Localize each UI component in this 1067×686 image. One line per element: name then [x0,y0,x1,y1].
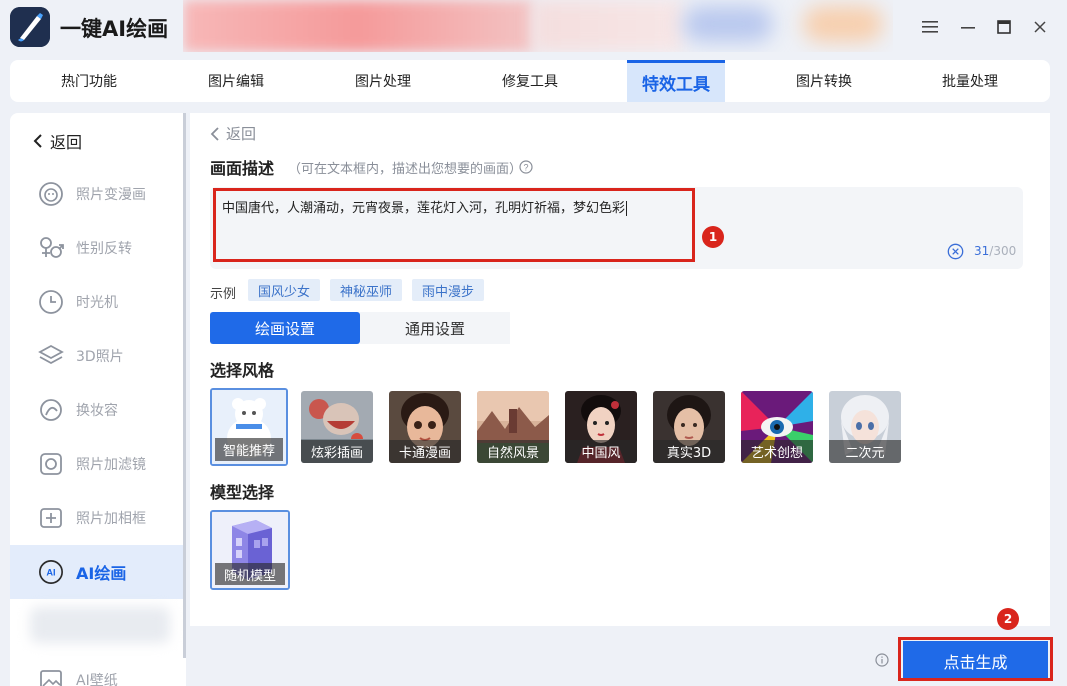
style-label: 中国风 [565,440,637,463]
svg-text:AI: AI [46,568,55,578]
style-section-title: 选择风格 [210,361,275,380]
cartoon-face-icon [38,181,64,207]
tab-batch-process[interactable]: 批量处理 [921,60,1019,102]
example-chip[interactable]: 神秘巫师 [330,279,403,301]
style-card-art-creative[interactable]: 艺术创想 [741,391,813,463]
title-bar: 一键AI绘画 [0,0,1067,56]
sidebar-item-label: 照片加相框 [76,511,146,527]
sidebar-item-3d-photo[interactable]: 3D照片 [10,329,186,383]
example-chip[interactable]: 雨中漫步 [412,279,485,301]
filter-icon [38,451,64,477]
minimize-icon[interactable] [957,16,979,38]
settings-tabs: 绘画设置 通用设置 [210,312,510,344]
wallpaper-icon [38,667,64,686]
sidebar-item-label: 性别反转 [76,241,132,257]
style-card-anime[interactable]: 二次元 [829,391,901,463]
layers-icon [38,343,64,369]
svg-text:?: ? [523,163,528,173]
close-icon[interactable] [1029,16,1051,38]
sidebar-item-label: AI壁纸 [76,673,118,686]
sidebar-back-label: 返回 [50,133,83,152]
model-label: 随机模型 [215,563,285,585]
highlight-box-description [213,188,695,262]
description-title: 画面描述 [210,159,275,178]
app-title: 一键AI绘画 [60,17,169,41]
sidebar-item-time-machine[interactable]: 时光机 [10,275,186,329]
ai-icon: AI [38,559,64,585]
blurred-sidebar-item [30,607,170,643]
style-card-nature[interactable]: 自然风景 [477,391,549,463]
app-logo-icon [10,7,50,47]
sidebar-back-button[interactable]: 返回 [32,129,82,153]
main-back-label: 返回 [226,125,257,143]
style-card-smart[interactable]: 智能推荐 [210,388,288,466]
top-nav: 热门功能 图片编辑 图片处理 修复工具 特效工具 图片转换 批量处理 [10,60,1050,102]
tab-paint-settings[interactable]: 绘画设置 [210,312,360,344]
sidebar-item-label: AI绘画 [76,564,127,583]
tab-image-process[interactable]: 图片处理 [334,60,432,102]
sidebar: 返回 照片变漫画 性别反转 时光机 3D照片 换妆容 照片加滤镜 照片加相框 A… [10,113,186,686]
style-label: 二次元 [829,440,901,463]
menu-icon[interactable] [919,16,941,38]
style-label: 艺术创想 [741,440,813,463]
sidebar-scrollbar[interactable] [183,113,186,658]
examples-label: 示例 [210,287,237,302]
chevron-left-icon [33,134,42,148]
example-chip[interactable]: 国风少女 [248,279,321,301]
tab-hot-features[interactable]: 热门功能 [40,60,138,102]
main-back-button[interactable]: 返回 [210,123,256,144]
style-label: 炫彩插画 [301,440,373,463]
chevron-left-icon [210,126,219,141]
sidebar-item-ai-wallpaper[interactable]: AI壁纸 [10,653,186,686]
sidebar-item-photo-frame[interactable]: 照片加相框 [10,491,186,545]
sidebar-item-makeup[interactable]: 换妆容 [10,383,186,437]
tab-repair-tools[interactable]: 修复工具 [481,60,579,102]
gender-icon [38,235,64,261]
sidebar-item-gender-swap[interactable]: 性别反转 [10,221,186,275]
clear-icon[interactable] [947,243,964,260]
model-section-title: 模型选择 [210,483,275,502]
style-label: 卡通漫画 [389,440,461,463]
style-label: 自然风景 [477,440,549,463]
sidebar-item-label: 照片变漫画 [76,187,146,203]
blurred-banner [183,0,893,52]
main-panel: 返回 画面描述 （可在文本框内，描述出您想要的画面） ? 中国唐代，人潮涌动，元… [190,113,1050,626]
style-card-cartoon[interactable]: 卡通漫画 [389,391,461,463]
sidebar-item-label: 时光机 [76,295,118,311]
info-icon[interactable] [875,652,889,667]
sidebar-item-label: 3D照片 [76,349,124,365]
style-card-colorful[interactable]: 炫彩插画 [301,391,373,463]
maximize-icon[interactable] [993,16,1015,38]
makeup-icon [38,397,64,423]
style-card-realistic-3d[interactable]: 真实3D [653,391,725,463]
frame-icon [38,505,64,531]
help-icon[interactable]: ? [519,159,533,174]
style-card-chinese[interactable]: 中国风 [565,391,637,463]
sidebar-item-photo-filter[interactable]: 照片加滤镜 [10,437,186,491]
sidebar-item-photo-to-cartoon[interactable]: 照片变漫画 [10,167,186,221]
tab-general-settings[interactable]: 通用设置 [360,312,510,344]
sidebar-item-ai-painting[interactable]: AI AI绘画 [10,545,186,599]
description-hint: （可在文本框内，描述出您想要的画面） [288,162,523,177]
sidebar-item-label: 换妆容 [76,403,118,419]
style-label: 智能推荐 [215,438,283,461]
highlight-box-generate [898,637,1053,681]
char-counter: 31/300 [974,244,1017,258]
model-card-random[interactable]: 随机模型 [210,510,290,590]
tab-effect-tools[interactable]: 特效工具 [627,60,725,102]
tab-image-convert[interactable]: 图片转换 [775,60,873,102]
tab-image-edit[interactable]: 图片编辑 [187,60,285,102]
step-badge-1: 1 [702,226,724,248]
style-label: 真实3D [653,440,725,463]
step-badge-2: 2 [997,608,1019,630]
sidebar-item-label: 照片加滤镜 [76,457,146,473]
clock-icon [38,289,64,315]
